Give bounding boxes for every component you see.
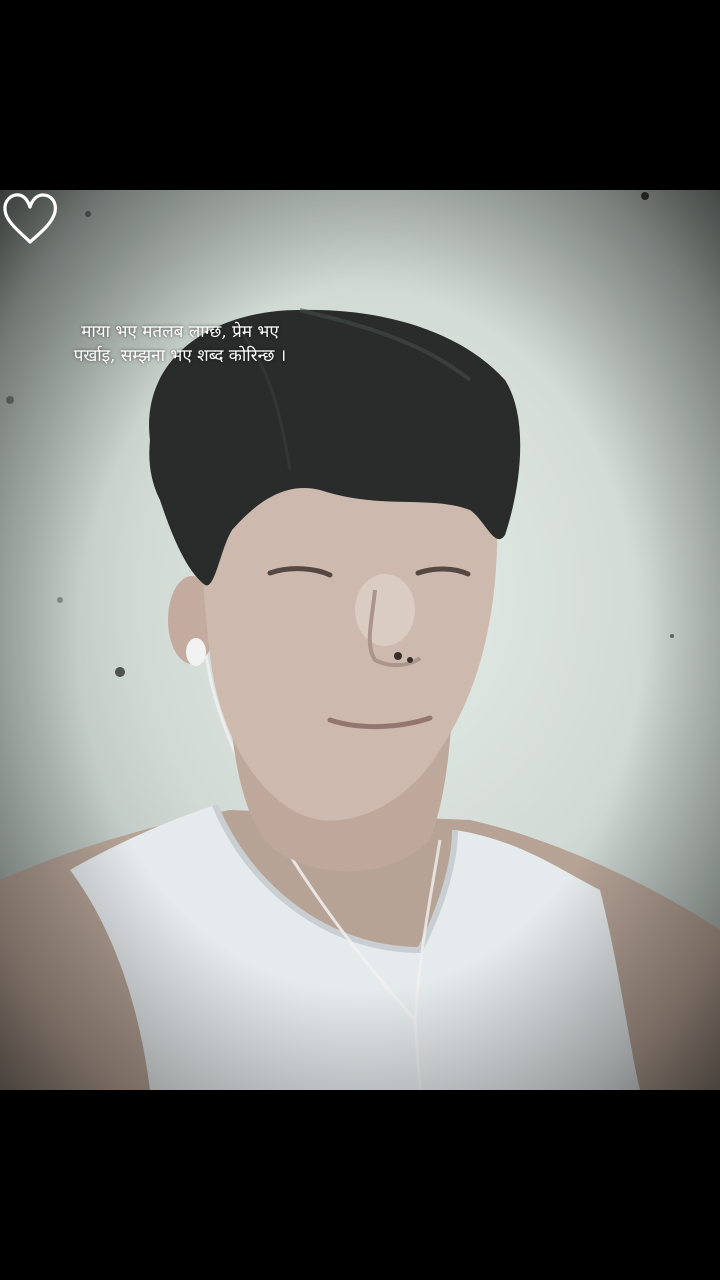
letterbox-bottom: [0, 1090, 720, 1280]
heart-outline-icon: [3, 193, 57, 244]
caption-line-2: पर्खाइ, सम्झना भए शब्द कोरिन्छ ।: [73, 346, 287, 366]
video-frame: माया भए मतलब लाग्छ, प्रेम भए पर्खाइ, सम्…: [0, 0, 720, 1280]
caption-text: माया भए मतलब लाग्छ, प्रेम भए पर्खाइ, सम्…: [30, 320, 330, 368]
caption-line-1: माया भए मतलब लाग्छ, प्रेम भए: [81, 322, 279, 342]
letterbox-top: [0, 0, 720, 190]
photo: माया भए मतलब लाग्छ, प्रेम भए पर्खाइ, सम्…: [0, 190, 720, 1090]
